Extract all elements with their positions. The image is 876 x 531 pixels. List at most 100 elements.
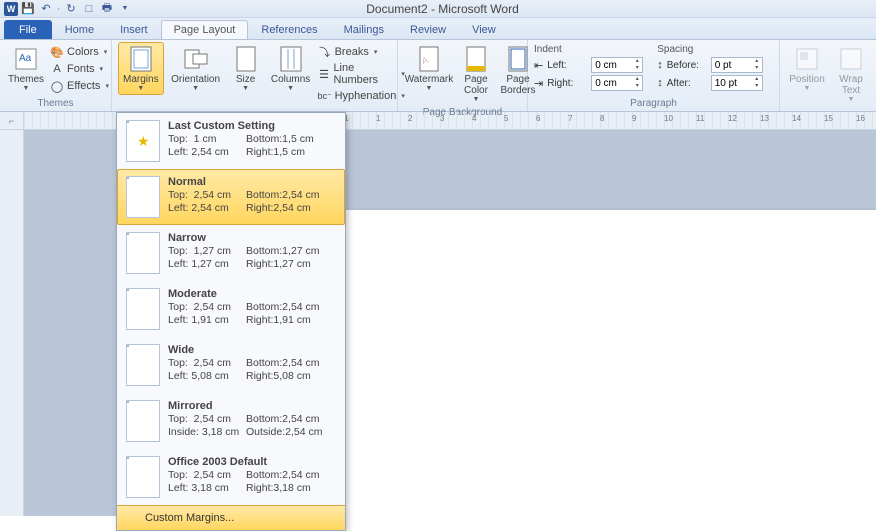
margins-option-text: ModerateTop: 2,54 cmBottom:2,54 cmLeft: … bbox=[168, 288, 336, 330]
position-label: Position bbox=[789, 74, 825, 85]
ruler-tick: 15 bbox=[824, 114, 833, 123]
breaks-button[interactable]: ⤵Breaks▾ bbox=[318, 44, 405, 60]
ribbon-tabs: File Home Insert Page Layout References … bbox=[0, 18, 876, 40]
themes-icon: Aa bbox=[12, 45, 40, 73]
columns-icon bbox=[277, 45, 305, 73]
line-numbers-button[interactable]: ☰Line Numbers▾ bbox=[318, 61, 405, 87]
page-color-button[interactable]: Page Color ▼ bbox=[458, 42, 494, 106]
ruler-corner[interactable]: ⌐ bbox=[0, 112, 24, 129]
size-label: Size bbox=[236, 74, 255, 85]
margin-thumb-icon bbox=[126, 288, 160, 330]
watermark-button[interactable]: A Watermark ▼ bbox=[404, 42, 454, 95]
margins-option-text: NarrowTop: 1,27 cmBottom:1,27 cmLeft: 1,… bbox=[168, 232, 336, 274]
ruler-tick: 10 bbox=[664, 114, 673, 123]
hyphenation-button[interactable]: bc⁻Hyphenation▾ bbox=[318, 88, 405, 104]
word-logo-icon: W bbox=[4, 2, 18, 16]
indent-left-icon: ⇤ bbox=[534, 59, 543, 72]
margins-option[interactable]: ModerateTop: 2,54 cmBottom:2,54 cmLeft: … bbox=[117, 281, 345, 337]
qat-customize-icon[interactable]: ▼ bbox=[117, 1, 133, 17]
ruler-tick: 14 bbox=[792, 114, 801, 123]
redo-icon[interactable]: ↻ bbox=[63, 1, 79, 17]
group-paragraph: Indent ⇤ Left: ▴▾ ⇥ Right: ▴▾ Spacing ↕ … bbox=[528, 40, 780, 111]
theme-fonts-button[interactable]: AFonts▾ bbox=[50, 61, 109, 77]
tab-file[interactable]: File bbox=[4, 20, 52, 39]
indent-right-input[interactable]: ▴▾ bbox=[591, 75, 643, 91]
quick-print-icon[interactable]: 🖶 bbox=[99, 1, 115, 17]
spacing-before-input[interactable]: ▴▾ bbox=[711, 57, 763, 73]
position-button[interactable]: Position ▼ bbox=[786, 42, 828, 95]
tab-view[interactable]: View bbox=[459, 20, 509, 39]
margins-option[interactable]: WideTop: 2,54 cmBottom:2,54 cmLeft: 5,08… bbox=[117, 337, 345, 393]
ruler-tick: 6 bbox=[536, 114, 540, 123]
tab-page-layout[interactable]: Page Layout bbox=[161, 20, 249, 39]
margin-thumb-icon bbox=[126, 232, 160, 274]
ruler-tick: 7 bbox=[568, 114, 572, 123]
margins-option[interactable]: MirroredTop: 2,54 cmBottom:2,54 cmInside… bbox=[117, 393, 345, 449]
tab-mailings[interactable]: Mailings bbox=[331, 20, 397, 39]
chevron-down-icon: ▼ bbox=[192, 85, 199, 92]
spacing-block: Spacing ↕ Before: ▴▾ ↕ After: ▴▾ bbox=[657, 44, 763, 91]
breaks-label: Breaks bbox=[335, 46, 369, 58]
ruler-tick: 12 bbox=[728, 114, 737, 123]
spacing-before-label: Before: bbox=[667, 60, 707, 71]
margins-option[interactable]: Office 2003 DefaultTop: 2,54 cmBottom:2,… bbox=[117, 449, 345, 505]
group-page-setup: Margins ▼ Orientation ▼ Size ▼ Columns ▼… bbox=[112, 40, 398, 111]
margins-dropdown: Last Custom SettingTop: 1 cmBottom:1,5 c… bbox=[116, 112, 346, 531]
page[interactable] bbox=[254, 210, 876, 516]
new-doc-icon[interactable]: □ bbox=[81, 1, 97, 17]
margins-option[interactable]: Last Custom SettingTop: 1 cmBottom:1,5 c… bbox=[117, 113, 345, 169]
margins-option-text: WideTop: 2,54 cmBottom:2,54 cmLeft: 5,08… bbox=[168, 344, 336, 386]
themes-label: Themes bbox=[8, 74, 44, 85]
group-paragraph-label: Paragraph bbox=[534, 97, 773, 110]
indent-left-input[interactable]: ▴▾ bbox=[591, 57, 643, 73]
ruler-tick: 3 bbox=[440, 114, 444, 123]
margin-thumb-icon bbox=[126, 120, 160, 162]
wrap-text-button[interactable]: Wrap Text ▼ bbox=[832, 42, 870, 106]
margins-option-text: NormalTop: 2,54 cmBottom:2,54 cmLeft: 2,… bbox=[168, 176, 336, 218]
margin-thumb-icon bbox=[126, 456, 160, 498]
ruler-tick: 13 bbox=[760, 114, 769, 123]
wrap-text-label: Wrap Text bbox=[837, 74, 865, 96]
undo-icon[interactable]: ↶ bbox=[38, 1, 54, 17]
orientation-button[interactable]: Orientation ▼ bbox=[168, 42, 224, 95]
chevron-down-icon: ▼ bbox=[426, 85, 433, 92]
ruler-tick: 9 bbox=[632, 114, 636, 123]
position-icon bbox=[793, 45, 821, 73]
margins-option[interactable]: NormalTop: 2,54 cmBottom:2,54 cmLeft: 2,… bbox=[117, 169, 345, 225]
group-themes-label: Themes bbox=[6, 97, 105, 110]
tab-review[interactable]: Review bbox=[397, 20, 459, 39]
indent-left-label: Left: bbox=[547, 60, 587, 71]
ruler-tick: 1 bbox=[376, 114, 380, 123]
spacing-after-icon: ↕ bbox=[657, 77, 663, 89]
fonts-label: Fonts bbox=[67, 63, 95, 75]
margin-thumb-icon bbox=[126, 344, 160, 386]
chevron-down-icon: ▼ bbox=[804, 85, 811, 92]
columns-label: Columns bbox=[271, 74, 310, 85]
theme-colors-button[interactable]: 🎨Colors▾ bbox=[50, 44, 109, 60]
columns-button[interactable]: Columns ▼ bbox=[268, 42, 314, 95]
theme-effects-button[interactable]: ◯Effects▾ bbox=[50, 78, 109, 94]
indent-right-icon: ⇥ bbox=[534, 77, 543, 90]
spacing-before-icon: ↕ bbox=[657, 59, 663, 71]
themes-button[interactable]: Aa Themes ▼ bbox=[6, 42, 46, 95]
ruler-tick: 2 bbox=[408, 114, 412, 123]
chevron-down-icon: ▼ bbox=[848, 96, 855, 103]
svg-text:Aa: Aa bbox=[19, 53, 32, 64]
tab-home[interactable]: Home bbox=[52, 20, 107, 39]
margins-option[interactable]: NarrowTop: 1,27 cmBottom:1,27 cmLeft: 1,… bbox=[117, 225, 345, 281]
tab-references[interactable]: References bbox=[248, 20, 330, 39]
spacing-after-input[interactable]: ▴▾ bbox=[711, 75, 763, 91]
tab-insert[interactable]: Insert bbox=[107, 20, 161, 39]
vertical-ruler[interactable] bbox=[0, 130, 24, 516]
margins-option-text: Last Custom SettingTop: 1 cmBottom:1,5 c… bbox=[168, 120, 336, 162]
custom-margins-button[interactable]: Custom Margins... bbox=[117, 505, 345, 530]
save-icon[interactable]: 💾 bbox=[20, 1, 36, 17]
indent-block: Indent ⇤ Left: ▴▾ ⇥ Right: ▴▾ bbox=[534, 44, 643, 91]
chevron-down-icon: ▼ bbox=[473, 96, 480, 103]
indent-right-label: Right: bbox=[547, 78, 587, 89]
breaks-icon: ⤵ bbox=[318, 45, 332, 59]
title-bar: W 💾 ↶ · ↻ □ 🖶 ▼ Document2 - Microsoft Wo… bbox=[0, 0, 876, 18]
size-button[interactable]: Size ▼ bbox=[228, 42, 264, 95]
page-color-icon bbox=[462, 45, 490, 73]
margins-button[interactable]: Margins ▼ bbox=[118, 42, 164, 95]
